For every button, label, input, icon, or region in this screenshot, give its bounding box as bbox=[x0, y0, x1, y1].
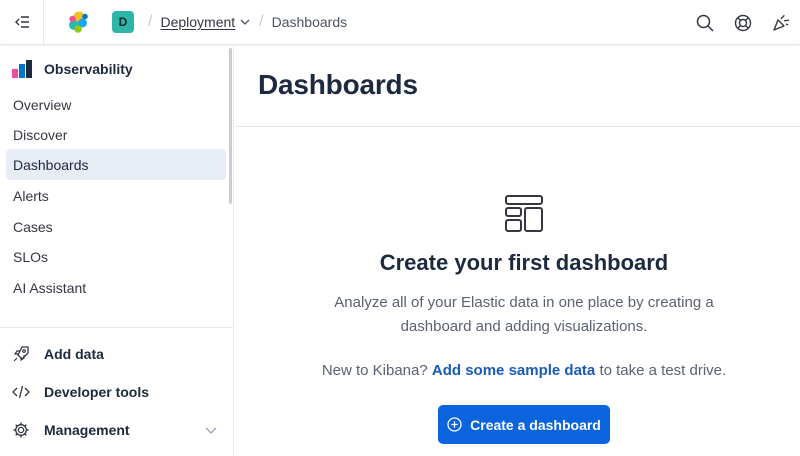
sample-data-suffix: to take a test drive. bbox=[599, 362, 727, 379]
breadcrumb-separator: / bbox=[259, 13, 264, 30]
sidebar-item-label: SLOs bbox=[13, 248, 49, 265]
sidebar-item-discover[interactable]: Discover bbox=[6, 119, 226, 150]
sidebar-item-label: Dashboards bbox=[13, 156, 89, 173]
plus-circle-icon bbox=[447, 417, 462, 432]
sidebar-divider bbox=[0, 327, 233, 328]
sidebar-scrollbar[interactable] bbox=[229, 48, 232, 204]
menu-collapse-icon bbox=[14, 16, 29, 28]
sample-data-prefix: New to Kibana? bbox=[321, 362, 428, 379]
help-lifebuoy-icon bbox=[734, 14, 752, 31]
title-divider bbox=[235, 126, 800, 127]
help-button[interactable] bbox=[724, 0, 762, 45]
sidebar-item-overview[interactable]: Overview bbox=[6, 89, 226, 120]
empty-state-title: Create your first dashboard bbox=[379, 250, 669, 275]
sidebar-item-label: Alerts bbox=[13, 187, 49, 204]
sidebar-item-dashboards[interactable]: Dashboards bbox=[6, 149, 226, 180]
sidebar-item-alerts[interactable]: Alerts bbox=[6, 180, 226, 211]
management-label: Management bbox=[44, 422, 130, 438]
breadcrumb-current: Dashboards bbox=[271, 14, 348, 30]
sidebar-item-slos[interactable]: SLOs bbox=[6, 241, 226, 272]
empty-state-description: Analyze all of your Elastic data in one … bbox=[334, 294, 714, 335]
space-avatar[interactable]: D bbox=[112, 11, 134, 33]
developer-tools-label: Developer tools bbox=[44, 384, 150, 400]
sample-data-prompt: New to Kibana? Add some sample data to t… bbox=[235, 362, 800, 379]
breadcrumb-separator: / bbox=[148, 13, 153, 30]
sidebar-title-label: Observability bbox=[44, 61, 133, 77]
code-icon bbox=[12, 385, 30, 399]
dashboard-layout-icon bbox=[505, 195, 543, 232]
sidebar-item-label: AI Assistant bbox=[13, 279, 87, 296]
observability-logo-icon bbox=[12, 60, 32, 78]
sidebar-title[interactable]: Observability bbox=[12, 60, 133, 78]
gear-icon bbox=[13, 422, 29, 438]
elastic-logo[interactable] bbox=[66, 10, 90, 34]
rocket-icon bbox=[13, 346, 29, 362]
search-icon bbox=[696, 14, 714, 32]
create-dashboard-label: Create a dashboard bbox=[470, 416, 601, 433]
sidebar-item-label: Cases bbox=[13, 218, 53, 235]
sidebar-item-developer-tools[interactable]: Developer tools bbox=[12, 377, 224, 407]
sidebar: Observability Overview Discover Dashboar… bbox=[0, 46, 234, 456]
collapse-nav-button[interactable] bbox=[0, 0, 44, 45]
search-button[interactable] bbox=[686, 0, 724, 45]
breadcrumb-deployment[interactable]: Deployment bbox=[160, 14, 251, 30]
top-header: D / Deployment / Dashboards bbox=[0, 0, 800, 45]
sidebar-item-ai-assistant[interactable]: AI Assistant bbox=[6, 272, 226, 303]
sidebar-item-cases[interactable]: Cases bbox=[6, 211, 226, 242]
sidebar-item-add-data[interactable]: Add data bbox=[12, 339, 224, 369]
create-dashboard-button[interactable]: Create a dashboard bbox=[438, 405, 610, 444]
sidebar-item-management[interactable]: Management bbox=[12, 415, 224, 445]
sidebar-item-label: Discover bbox=[13, 126, 68, 143]
chevron-down-icon bbox=[240, 19, 250, 25]
news-button[interactable] bbox=[762, 0, 800, 45]
newsfeed-cheer-icon bbox=[773, 14, 790, 31]
main-content: Dashboards Create your first dashboard A… bbox=[235, 46, 800, 456]
add-sample-data-link[interactable]: Add some sample data bbox=[432, 362, 595, 379]
breadcrumb-deployment-label: Deployment bbox=[160, 14, 236, 30]
sidebar-item-label: Overview bbox=[13, 96, 72, 113]
page-title: Dashboards bbox=[258, 69, 418, 100]
chevron-down-icon[interactable] bbox=[204, 423, 218, 437]
header-actions bbox=[686, 0, 800, 45]
add-data-label: Add data bbox=[44, 346, 104, 362]
